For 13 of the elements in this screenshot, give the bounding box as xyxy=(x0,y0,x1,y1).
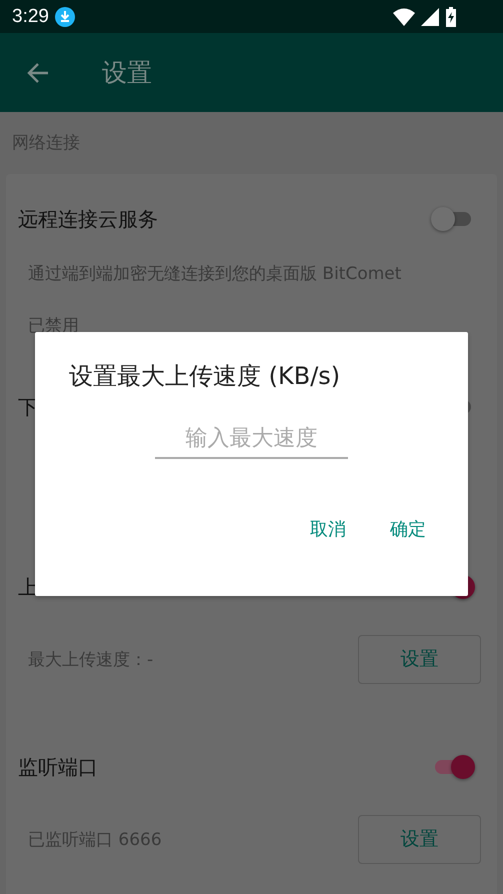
clock-time: 3:29 xyxy=(12,6,49,28)
setting-title: 远程连接云服务 xyxy=(18,206,158,232)
setting-title: 监听端口 xyxy=(18,754,98,780)
download-icon xyxy=(54,6,75,26)
screen-title: 设置 xyxy=(102,57,152,89)
back-arrow-icon[interactable] xyxy=(26,60,50,84)
cancel-button[interactable]: 取消 xyxy=(298,511,358,547)
speed-input-field[interactable]: 输入最大速度 xyxy=(155,422,348,459)
dialog-title: 设置最大上传速度 (KB/s) xyxy=(69,361,342,392)
battery-icon xyxy=(445,6,457,26)
confirm-button[interactable]: 确定 xyxy=(378,511,438,547)
signal-icon xyxy=(421,8,439,26)
wifi-icon xyxy=(393,8,415,26)
